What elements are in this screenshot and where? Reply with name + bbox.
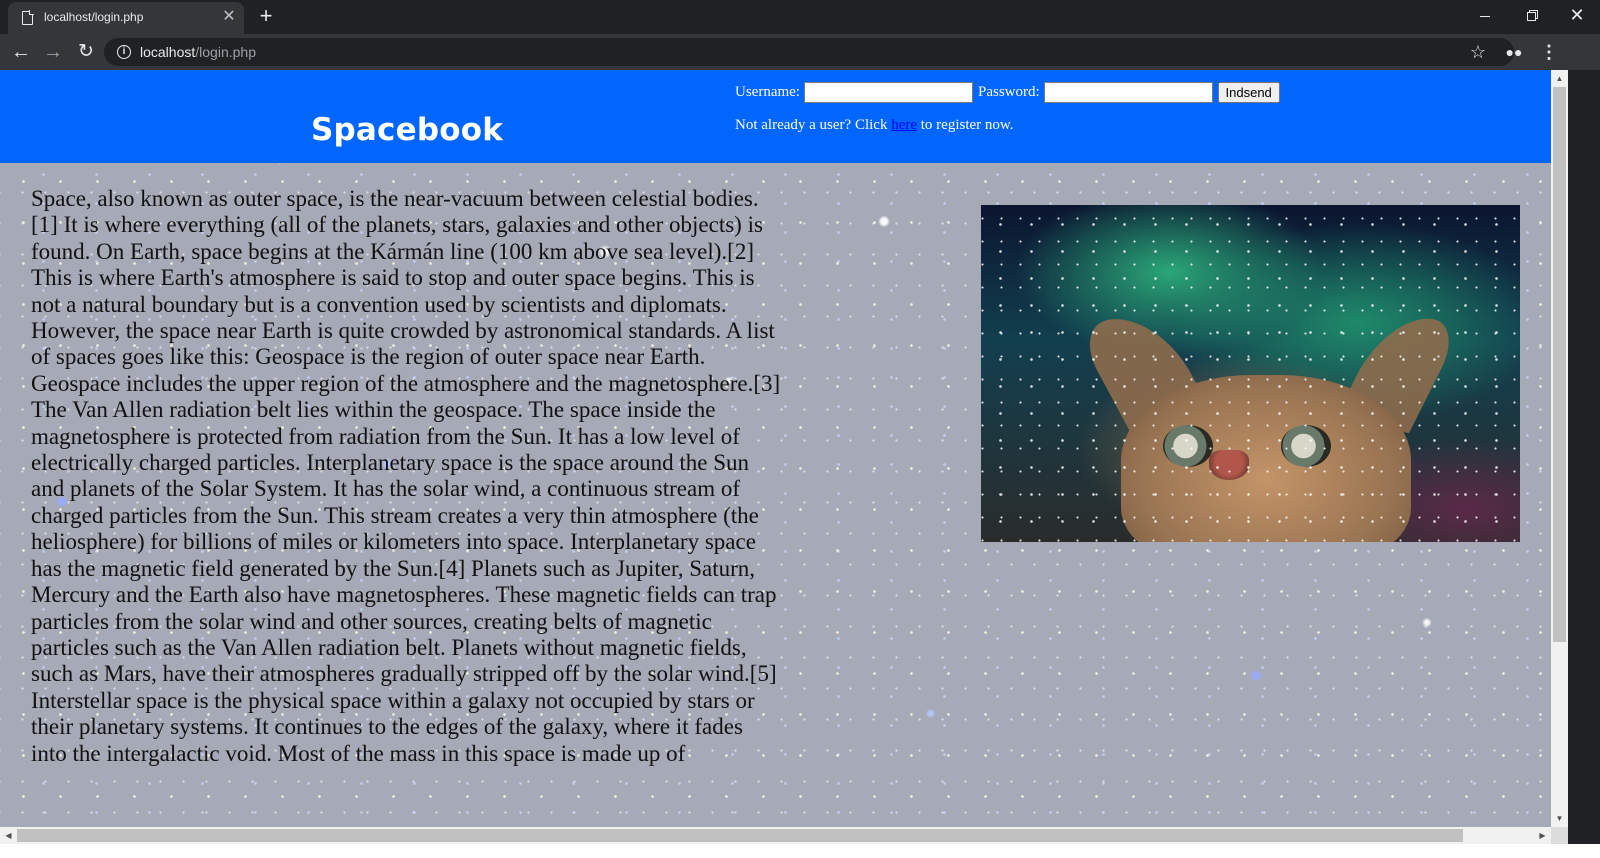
horizontal-scrollbar[interactable]: ◀ ▶ <box>0 827 1551 844</box>
address-bar[interactable]: i localhost/login.php <box>104 38 1514 66</box>
register-prompt: Not already a user? Click here to regist… <box>735 117 1014 134</box>
restore-button[interactable] <box>1508 0 1554 30</box>
submit-button[interactable]: Indsend <box>1217 81 1280 103</box>
back-button[interactable]: ← <box>7 38 35 66</box>
url-host: localhost <box>140 44 196 60</box>
tab-title: localhost/login.php <box>44 10 144 24</box>
username-label: Username: <box>735 83 800 100</box>
password-input[interactable] <box>1043 81 1213 103</box>
reload-icon: ↻ <box>78 41 94 62</box>
space-cat-image <box>981 205 1520 542</box>
site-header: Spacebook Username: Password: Indsend No… <box>0 70 1551 163</box>
arrow-right-icon: → <box>43 41 63 63</box>
login-form: Username: Password: Indsend <box>735 81 1280 103</box>
scroll-left-icon[interactable]: ◀ <box>0 827 17 844</box>
arrow-left-icon: ← <box>11 41 31 63</box>
minimize-button[interactable] <box>1462 0 1508 30</box>
scroll-right-icon[interactable]: ▶ <box>1534 827 1551 844</box>
scroll-down-icon[interactable]: ▼ <box>1551 810 1568 827</box>
vertical-scroll-thumb[interactable] <box>1553 87 1566 642</box>
restore-icon <box>1526 11 1536 21</box>
register-suffix: to register now. <box>920 117 1014 133</box>
tab-strip: localhost/login.php ✕ + ✕ <box>0 0 1600 34</box>
info-icon[interactable]: i <box>117 45 131 59</box>
username-input[interactable] <box>803 81 973 103</box>
image-stars <box>981 205 1520 542</box>
window-bottom-edge <box>0 844 1600 858</box>
password-label: Password: <box>977 83 1040 100</box>
browser-tab[interactable]: localhost/login.php ✕ <box>8 2 244 34</box>
site-title: Spacebook <box>311 112 504 148</box>
article-text: Space, also known as outer space, is the… <box>31 186 781 766</box>
incognito-icon[interactable]: ●● <box>1502 38 1526 66</box>
reload-button[interactable]: ↻ <box>72 38 100 66</box>
browser-toolbar: ← → ↻ i localhost/login.php <box>0 34 1600 70</box>
horizontal-scroll-thumb[interactable] <box>17 829 1463 842</box>
register-prefix: Not already a user? Click <box>735 117 888 133</box>
register-link[interactable]: here <box>891 117 917 133</box>
kebab-menu-icon[interactable]: ⋮ <box>1540 38 1558 66</box>
star-icon[interactable]: ☆ <box>1468 38 1488 66</box>
tab-close-icon[interactable]: ✕ <box>220 8 238 26</box>
new-tab-button[interactable]: + <box>254 4 278 28</box>
close-window-button[interactable]: ✕ <box>1554 0 1600 30</box>
forward-button[interactable]: → <box>39 38 67 66</box>
vertical-scrollbar[interactable]: ▲ ▼ <box>1551 70 1568 827</box>
scroll-corner <box>1551 827 1568 844</box>
document-icon <box>22 10 34 25</box>
page-viewport: Spacebook Username: Password: Indsend No… <box>0 70 1551 827</box>
url-path: /login.php <box>195 44 256 60</box>
window-edge <box>1568 70 1600 858</box>
scroll-up-icon[interactable]: ▲ <box>1551 70 1568 87</box>
minimize-icon <box>1480 15 1490 17</box>
url-text[interactable]: localhost/login.php <box>140 44 256 60</box>
